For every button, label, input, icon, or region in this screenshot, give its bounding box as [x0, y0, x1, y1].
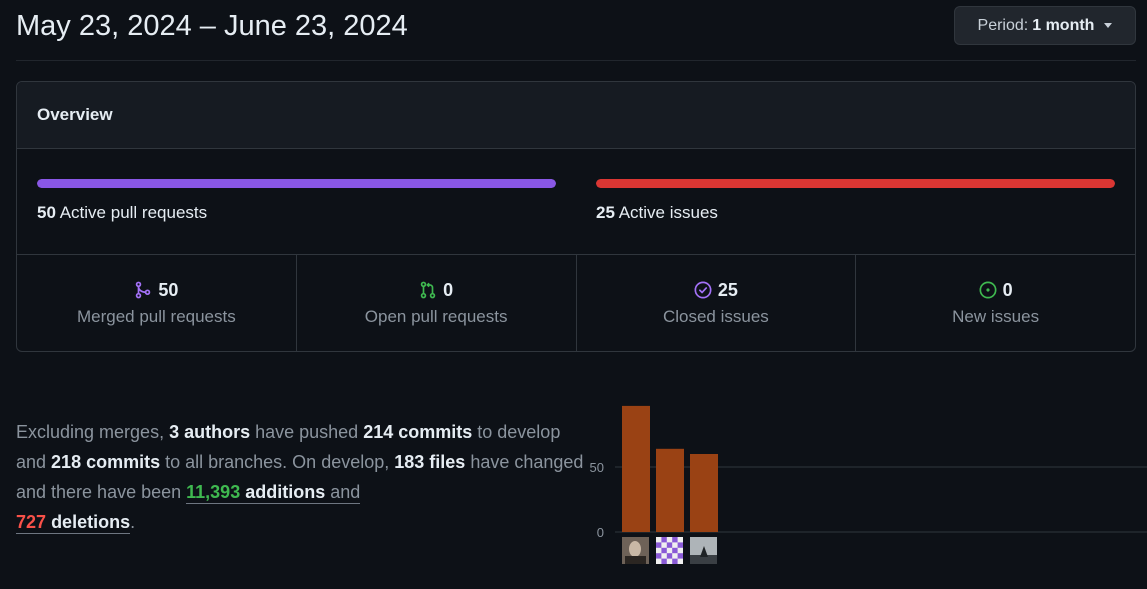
summary-text-4: to all branches. On develop,: [160, 452, 395, 472]
author-avatar: [656, 537, 683, 564]
y-tick-label: 0: [597, 525, 604, 540]
deletions-link[interactable]: 727 deletions: [16, 512, 131, 534]
merge-icon: [136, 281, 151, 299]
issues-bar-block[interactable]: 25 Active issues: [596, 179, 1115, 223]
identicon-cell: [672, 537, 678, 543]
issues-progress-track: [596, 179, 1115, 188]
additions-word: additions: [245, 482, 326, 502]
period-dropdown-button[interactable]: Period: 1 month: [954, 6, 1136, 45]
stat-new-value: 0: [1002, 279, 1013, 300]
identicon-cell: [661, 537, 667, 543]
identicon-cell: [677, 542, 683, 548]
summary-text-1: Excluding merges,: [16, 422, 170, 442]
commits-to-branch: 214 commits: [363, 422, 473, 442]
summary-text-7: .: [130, 512, 136, 532]
pull-requests-progress-fill: [37, 179, 556, 188]
stat-closed-issues[interactable]: 25 Closed issues: [577, 255, 857, 351]
pull-request-icon: [420, 281, 436, 299]
overview-panel: Overview 50 Active pull requests 25 Acti…: [16, 81, 1136, 352]
stat-new-issues[interactable]: 0 New issues: [856, 255, 1135, 351]
date-range-title: May 23, 2024 – June 23, 2024: [16, 10, 408, 42]
issues-progress-fill: [596, 179, 1115, 188]
identicon-cell: [672, 558, 678, 564]
bar-author-2: [656, 448, 684, 532]
stats-row: 50 Merged pull requests 0 Open pull requ…: [17, 255, 1135, 351]
stat-closed-value: 25: [717, 279, 738, 300]
check-circle-icon: [694, 281, 712, 299]
activity-bars: 50 Active pull requests 25 Active issues: [17, 149, 1135, 255]
summary-text-2: have pushed: [250, 422, 364, 442]
commits-chart-svg: 50 0: [590, 405, 1147, 564]
period-value: 1 month: [1032, 16, 1095, 34]
pull-requests-bar-block[interactable]: 50 Active pull requests: [37, 179, 556, 223]
identicon-cell: [666, 542, 673, 548]
stat-open-label: Open pull requests: [364, 306, 508, 326]
deletions-word: deletions: [51, 512, 131, 532]
pull-requests-progress-track: [37, 179, 556, 188]
additions-count: 11,393: [186, 482, 241, 502]
stat-merged-value: 50: [158, 279, 179, 300]
active-pull-requests-label: Active pull requests: [59, 203, 208, 222]
deletions-count: 727: [16, 512, 47, 532]
active-issues-caption[interactable]: 25 Active issues: [596, 203, 1115, 223]
stat-closed-label: Closed issues: [662, 306, 769, 326]
commits-all-branches: 218 commits: [51, 452, 161, 472]
summary-text-6: and: [325, 482, 361, 502]
bar-author-1: [622, 405, 650, 532]
identicon-cell: [656, 542, 662, 548]
active-issues-label: Active issues: [618, 203, 718, 222]
active-pull-requests-caption[interactable]: 50 Active pull requests: [37, 203, 556, 223]
identicon-cell: [656, 553, 662, 559]
caret-down-icon: [1104, 23, 1113, 28]
avatar-face: [629, 541, 641, 557]
stat-open-top: 0: [419, 280, 453, 301]
stat-closed-top: 25: [694, 280, 738, 301]
y-tick-label: 50: [590, 460, 604, 475]
stat-merged-label: Merged pull requests: [76, 306, 236, 326]
stat-open-value: 0: [443, 279, 454, 300]
identicon-cell: [666, 553, 673, 559]
additions-link[interactable]: 11,393 additions and: [186, 482, 361, 504]
active-issues-count: 25: [596, 203, 615, 222]
stat-new-top: 0: [979, 280, 1013, 301]
commits-by-author-chart: 50 0: [590, 390, 1147, 580]
identicon-cell: [677, 553, 683, 559]
identicon-cell: [672, 547, 678, 554]
commit-summary: Excluding merges, 3 authors have pushed …: [16, 417, 584, 537]
files-changed: 183 files: [394, 452, 466, 472]
overview-heading: Overview: [17, 82, 1135, 149]
stat-merged-pull-requests[interactable]: 50 Merged pull requests: [17, 255, 297, 351]
identicon-cell: [661, 547, 667, 554]
identicon-cell: [661, 558, 667, 564]
stat-open-pull-requests[interactable]: 0 Open pull requests: [297, 255, 577, 351]
header-divider: [16, 60, 1136, 61]
bar-author-3: [690, 454, 718, 532]
avatar-shoulders: [625, 556, 646, 564]
issue-open-icon: [979, 281, 997, 299]
period-label: Period:: [977, 16, 1029, 34]
authors-count: 3 authors: [169, 422, 251, 442]
active-pull-requests-count: 50: [37, 203, 56, 222]
stat-merged-top: 50: [134, 280, 178, 301]
stat-new-label: New issues: [952, 306, 1040, 326]
